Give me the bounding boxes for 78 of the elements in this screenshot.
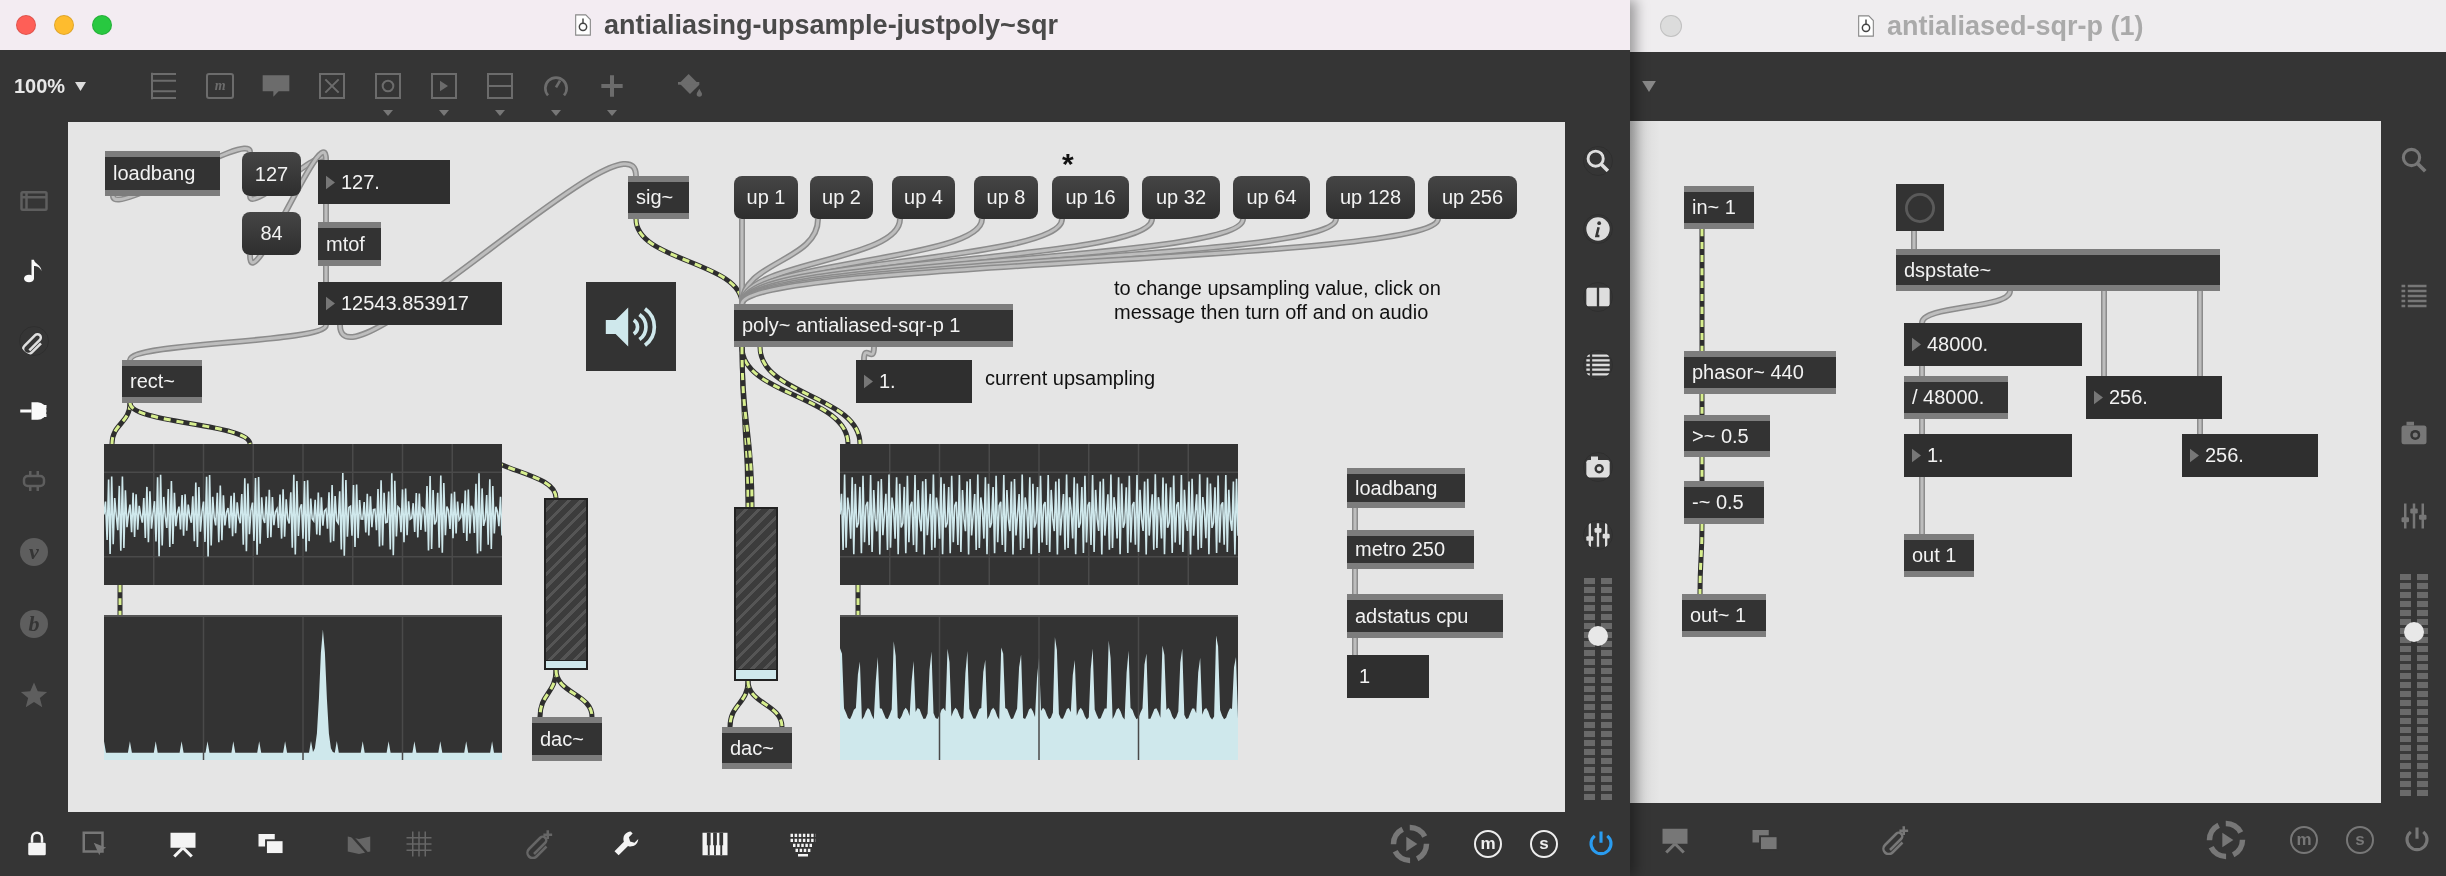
message-box[interactable]: up 1 xyxy=(734,176,798,219)
object-box[interactable]: dspstate~ xyxy=(1896,249,2220,291)
caret-icon[interactable] xyxy=(1642,81,1656,92)
patch-cord xyxy=(855,585,861,615)
play-icon[interactable] xyxy=(1388,822,1432,866)
patch-cord xyxy=(1919,477,1925,534)
object-box[interactable]: adstatus cpu xyxy=(1347,594,1503,638)
number-box[interactable]: 1. xyxy=(856,360,972,403)
number-box[interactable]: 1. xyxy=(1904,434,2072,477)
message-box[interactable]: up 64 xyxy=(1233,176,1310,219)
object-box[interactable]: dac~ xyxy=(722,727,792,769)
gain-slider[interactable] xyxy=(734,507,778,681)
paperclip-add-icon[interactable] xyxy=(524,829,554,859)
object-box[interactable]: >~ 0.5 xyxy=(1684,415,1770,457)
volume-slider[interactable] xyxy=(1582,578,1613,800)
number-box[interactable]: 127. xyxy=(318,160,450,204)
message-box[interactable]: up 128 xyxy=(1326,176,1415,219)
triangle-icon xyxy=(2094,390,2103,405)
object-box[interactable]: -~ 0.5 xyxy=(1684,481,1764,524)
grid-icon[interactable] xyxy=(404,829,434,859)
letter-button[interactable]: s xyxy=(1530,830,1558,858)
zoom-button[interactable] xyxy=(92,15,112,35)
object-box[interactable]: / 48000. xyxy=(1904,376,2008,419)
object-box[interactable]: dac~ xyxy=(532,717,602,761)
number-box[interactable]: 256. xyxy=(2182,434,2318,477)
circle-icon xyxy=(1903,190,1937,225)
triangle-icon xyxy=(1912,448,1921,463)
patch-cord xyxy=(1697,524,1705,594)
message-box[interactable]: up 2 xyxy=(810,176,873,219)
window-title: antialiased-sqr-p (1) xyxy=(1887,10,2144,42)
triangle-icon xyxy=(2190,448,2199,463)
message-box[interactable]: up 4 xyxy=(892,176,955,219)
object-box[interactable]: phasor~ 440 xyxy=(1684,351,1836,394)
message-box[interactable]: up 8 xyxy=(974,176,1038,219)
volume-slider[interactable] xyxy=(2398,574,2429,796)
message-box[interactable]: up 32 xyxy=(1142,176,1220,219)
triangle-icon xyxy=(326,174,335,190)
minimize-button[interactable] xyxy=(54,15,74,35)
number-box[interactable]: 1 xyxy=(1347,655,1429,698)
letter-button[interactable]: m xyxy=(1474,830,1502,858)
triangle-icon xyxy=(1912,337,1921,352)
close-button[interactable] xyxy=(1660,15,1682,37)
number-box[interactable]: 12543.853917 xyxy=(318,282,502,325)
window-title: antialiasing-upsample-justpoly~sqr xyxy=(604,9,1058,41)
object-box[interactable]: out 1 xyxy=(1904,534,1974,577)
close-button[interactable] xyxy=(16,15,36,35)
message-box[interactable]: up 256 xyxy=(1428,176,1517,219)
object-box[interactable]: poly~ antialiased-sqr-p 1 xyxy=(734,304,1013,347)
bang-button[interactable] xyxy=(1896,184,1944,231)
object-box[interactable]: rect~ xyxy=(122,360,202,403)
patch-cord xyxy=(117,585,123,615)
patch-cord xyxy=(1352,508,1358,530)
triangle-icon xyxy=(864,374,873,389)
number-box[interactable]: 48000. xyxy=(1904,323,2082,366)
patch-cord xyxy=(1699,394,1705,415)
object-box[interactable]: loadbang xyxy=(105,151,220,196)
object-box[interactable]: loadbang xyxy=(1347,468,1465,508)
object-box[interactable]: out~ 1 xyxy=(1682,594,1766,637)
patch-cord xyxy=(1352,569,1358,594)
audio-toggle-button[interactable] xyxy=(586,282,676,371)
message-box[interactable]: 84 xyxy=(242,212,301,255)
patch-cord xyxy=(1699,457,1705,481)
zoom-dropdown[interactable]: 100% xyxy=(14,74,66,98)
triangle-icon xyxy=(326,296,335,311)
gain-slider[interactable] xyxy=(544,498,588,670)
object-box[interactable]: metro 250 xyxy=(1347,530,1474,569)
object-box[interactable]: sig~ xyxy=(628,176,689,219)
object-box[interactable]: in~ 1 xyxy=(1684,186,1754,229)
number-box[interactable]: 256. xyxy=(2086,376,2222,419)
comment-text: current upsampling xyxy=(985,366,1156,390)
message-box[interactable]: up 16 xyxy=(1052,176,1129,219)
comment-text: to change upsampling value, click on message then turn off and on audio xyxy=(1114,276,1441,324)
paperclip-add-icon[interactable] xyxy=(1880,824,1910,855)
file-icon xyxy=(1855,13,1877,39)
message-box[interactable]: 127 xyxy=(242,152,301,196)
speaker-icon xyxy=(603,305,659,348)
caret-icon[interactable] xyxy=(75,81,87,91)
object-box[interactable]: mtof xyxy=(318,222,381,266)
